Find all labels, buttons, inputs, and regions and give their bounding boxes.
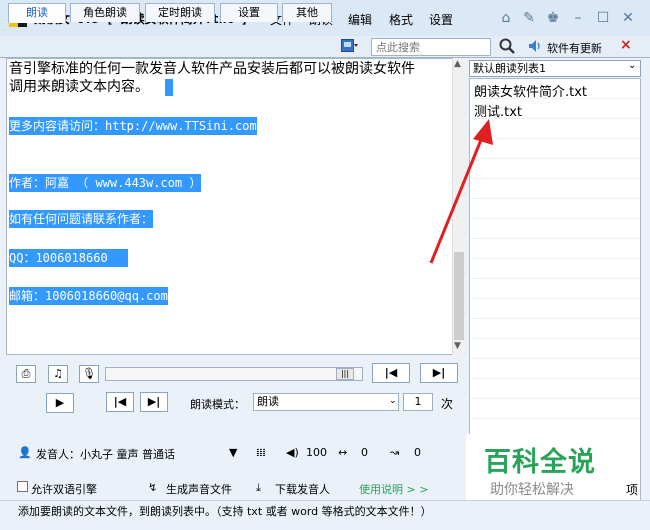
tab-other[interactable]: 其他 <box>282 3 332 22</box>
equalizer-icon[interactable]: 𝍖 <box>256 446 266 459</box>
menu-settings[interactable]: 设置 <box>429 11 453 28</box>
speed-icon: ↔ <box>338 446 348 459</box>
editor-line-selected: 如有任何问题请联系作者： <box>9 210 154 228</box>
speaker-icon <box>529 40 540 52</box>
next-sentence-button[interactable]: ▶| <box>140 392 168 412</box>
generate-audio-button[interactable]: 生成声音文件 <box>166 481 232 497</box>
progress-thumb[interactable]: ||| <box>336 368 354 380</box>
chevron-down-icon[interactable]: ⌄ <box>389 396 397 406</box>
close-icon[interactable]: ✕ <box>618 8 638 28</box>
repeat-unit-label: 次 <box>441 397 454 411</box>
clipped-label: 项 <box>626 483 639 497</box>
list-item[interactable]: 朗读女软件简介.txt <box>470 79 640 100</box>
editor-line: 音引擎标准的任何一款发音人软件产品安装后都可以被朗读女软件 <box>9 61 415 77</box>
annotation-arrow-icon <box>429 119 493 264</box>
list-item <box>470 279 640 299</box>
read-mode-select[interactable]: 朗读 <box>253 393 399 411</box>
picture-icon[interactable] <box>341 39 358 54</box>
chevron-down-icon[interactable]: ⌄ <box>628 60 636 71</box>
scroll-up-arrow-icon[interactable]: ▲ <box>454 59 461 69</box>
status-text: 添加要朗读的文本文件，到朗读列表中。（支持 txt 或者 word 等格式的文本… <box>18 505 432 518</box>
download-icon: ⤓ <box>256 481 261 494</box>
editor-line-selected: QQ：1006018660 <box>9 249 128 267</box>
watermark-subtitle: 助你轻松解决 <box>490 482 574 498</box>
list-item <box>470 319 640 339</box>
chevron-down-icon[interactable]: ▼ <box>229 446 237 459</box>
tab-timed-read[interactable]: 定时朗读 <box>145 3 215 22</box>
search-icon[interactable] <box>498 37 516 55</box>
home-icon[interactable]: ⌂ <box>496 8 516 28</box>
volume-value[interactable]: 100 <box>306 446 327 459</box>
minimize-icon[interactable]: – <box>568 8 588 28</box>
dual-engine-checkbox[interactable] <box>17 481 28 492</box>
pitch-icon: ↝ <box>390 446 400 459</box>
open-file-icon[interactable]: ⎙ <box>16 365 36 383</box>
previous-sentence-button[interactable]: |◀ <box>106 392 134 412</box>
text-editor[interactable]: 音引擎标准的任何一款发音人软件产品安装后都可以被朗读女软件 调用来朗读文本内容。… <box>6 58 458 355</box>
help-link[interactable]: 使用说明 > > <box>359 481 428 497</box>
maximize-icon[interactable]: ☐ <box>593 8 613 28</box>
menu-edit[interactable]: 编辑 <box>348 11 372 28</box>
repeat-count-input[interactable]: 1 <box>403 393 433 411</box>
read-mode-label: 朗读模式： <box>190 398 245 411</box>
progress-slider[interactable] <box>105 367 363 381</box>
scroll-down-arrow-icon[interactable]: ▼ <box>454 341 461 351</box>
music-note-icon[interactable]: ♫ <box>48 365 68 383</box>
pin-icon[interactable]: ✎ <box>519 8 539 28</box>
speed-value[interactable]: 0 <box>361 446 368 459</box>
skin-icon[interactable]: ♚ <box>543 8 563 28</box>
pitch-value[interactable]: 0 <box>414 446 421 459</box>
generate-audio-icon: ↯ <box>148 481 158 494</box>
tab-read[interactable]: 朗读 <box>8 3 66 23</box>
list-item <box>470 339 640 359</box>
text-cursor <box>165 79 173 96</box>
next-track-button[interactable]: ▶| <box>420 363 458 383</box>
watermark-title: 百科全说 <box>484 447 596 478</box>
editor-line: 调用来朗读文本内容。 <box>9 79 149 95</box>
close-panel-icon[interactable]: × <box>620 37 632 53</box>
volume-icon: ◀) <box>286 446 299 459</box>
editor-line-selected: 更多内容请访问：http://www.TTSini.com <box>9 117 257 135</box>
speaker-select[interactable]: 发音人：小丸子 童声 普通话 <box>36 446 175 462</box>
playlist-select[interactable]: 默认朗读列表1 <box>469 60 641 77</box>
menu-format[interactable]: 格式 <box>389 11 413 28</box>
dual-engine-label: 允许双语引擎 <box>31 483 97 496</box>
previous-track-button[interactable]: |◀ <box>372 363 410 383</box>
list-item-label: 朗读女软件简介.txt <box>474 85 588 100</box>
editor-line-selected: 邮箱：1006018660@qq.com <box>9 287 168 305</box>
window-title: 朗读女 8.5 [ 朗读女软件简介.txt ] <box>34 12 248 26</box>
list-item <box>470 299 640 319</box>
editor-line-selected: 作者：阿嘉 （ www.443w.com ） <box>9 174 202 192</box>
list-item <box>470 379 640 399</box>
update-notice-link[interactable]: 软件有更新 <box>547 40 602 56</box>
download-voice-button[interactable]: 下载发音人 <box>275 481 330 497</box>
tab-role-read[interactable]: 角色朗读 <box>70 3 140 22</box>
list-item <box>470 399 640 419</box>
list-item <box>470 359 640 379</box>
play-button[interactable]: ▶ <box>46 393 74 413</box>
microphone-icon[interactable]: 🎙 <box>79 365 99 383</box>
search-input[interactable] <box>371 38 491 56</box>
user-icon: 👤 <box>18 446 32 459</box>
tab-settings[interactable]: 设置 <box>220 3 278 22</box>
